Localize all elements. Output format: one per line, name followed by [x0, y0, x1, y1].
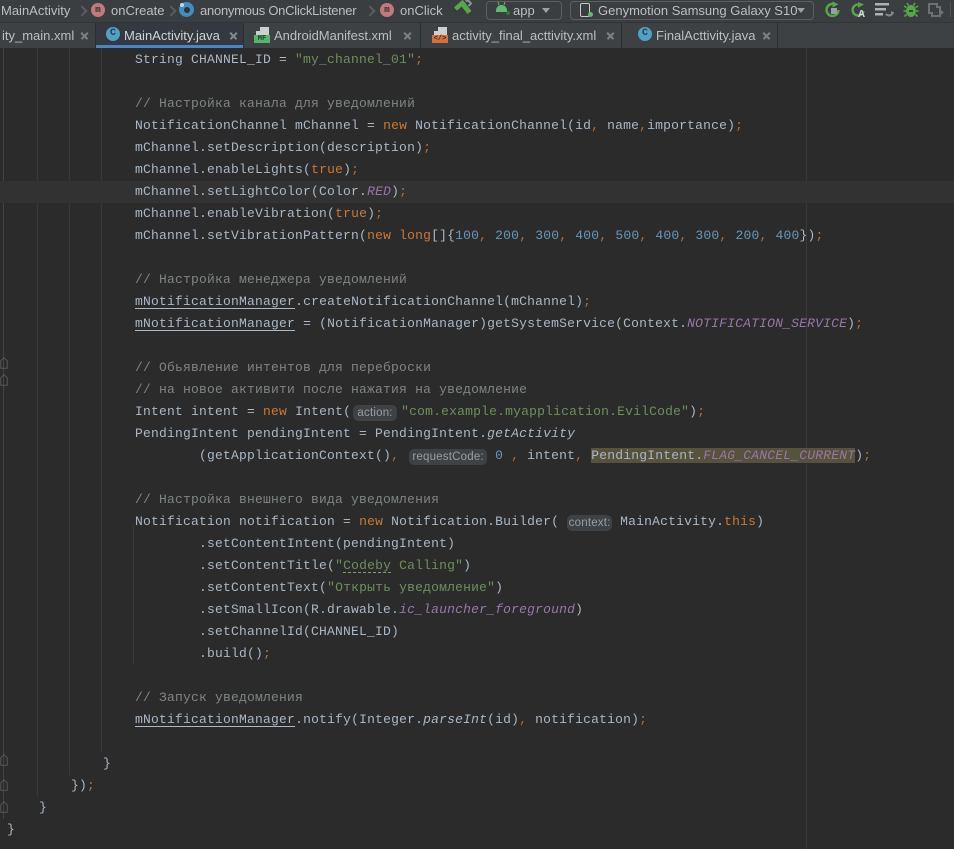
svg-text:A: A: [858, 9, 865, 19]
